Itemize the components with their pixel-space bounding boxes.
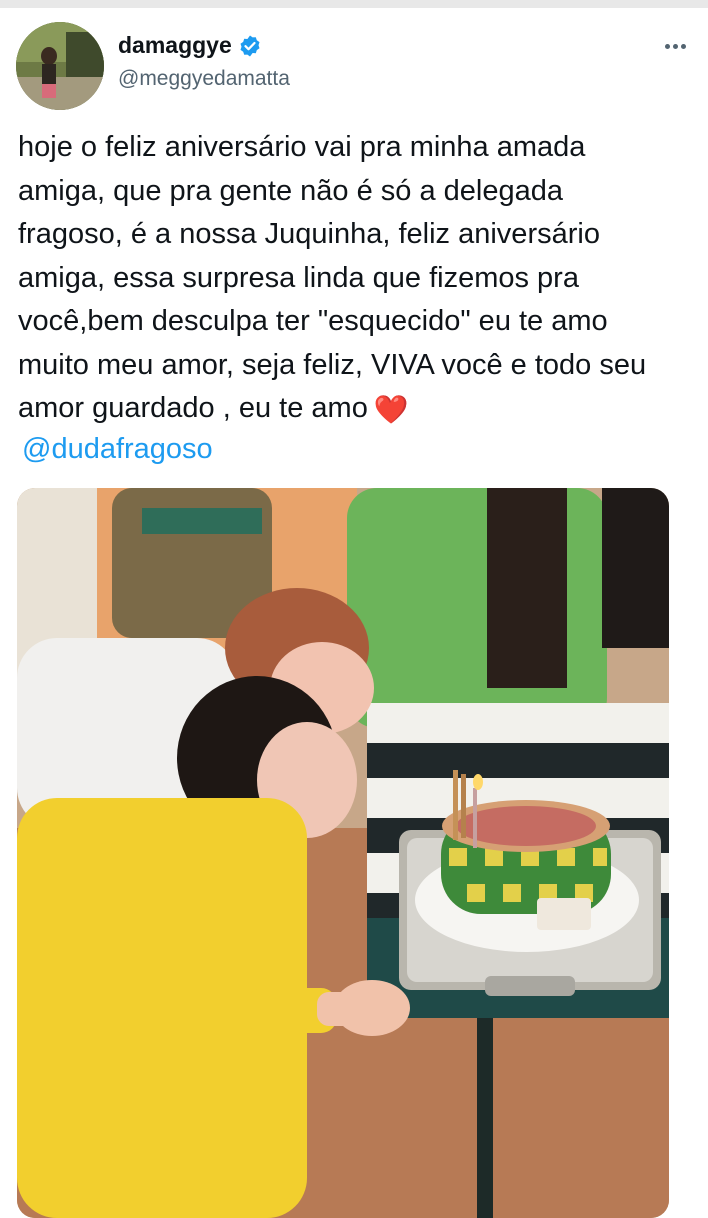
avatar[interactable] [16,22,104,110]
avatar-photo-icon [16,22,104,110]
account-handle[interactable]: @meggyedamatta [118,67,290,91]
heart-emoji-icon: ❤️ [373,394,409,425]
tweet-line: amor guardado , eu te amo [18,392,368,424]
tweet-text: hoje o feliz aniversário vai pra minha a… [18,126,698,432]
more-options-icon[interactable] [662,36,686,54]
mention-link[interactable]: @dudafragoso [22,428,213,471]
account-names: damaggye @meggyedamatta [118,32,290,91]
tweet-line: amiga, essa surpresa linda que fizemos p… [18,261,579,294]
display-name[interactable]: damaggye [118,32,232,59]
tweet-line: amiga, que pra gente não é só a delegada [18,174,563,207]
tweet-photo[interactable] [17,488,669,1218]
tweet-line: fragoso, é a nossa Juquinha, feliz anive… [18,218,600,250]
tweet-line: muito meu amor, seja feliz, VIVA você e … [18,348,647,381]
tweet-line: hoje o feliz aniversário vai pra minha a… [18,131,586,163]
tweet-line: você,bem desculpa ter "esquecido" eu te … [18,305,608,337]
verified-badge-icon [240,35,260,56]
tweet-header: damaggye @meggyedamatta [0,14,708,114]
birthday-cake-photo-icon [17,488,669,1218]
top-divider [0,0,708,8]
